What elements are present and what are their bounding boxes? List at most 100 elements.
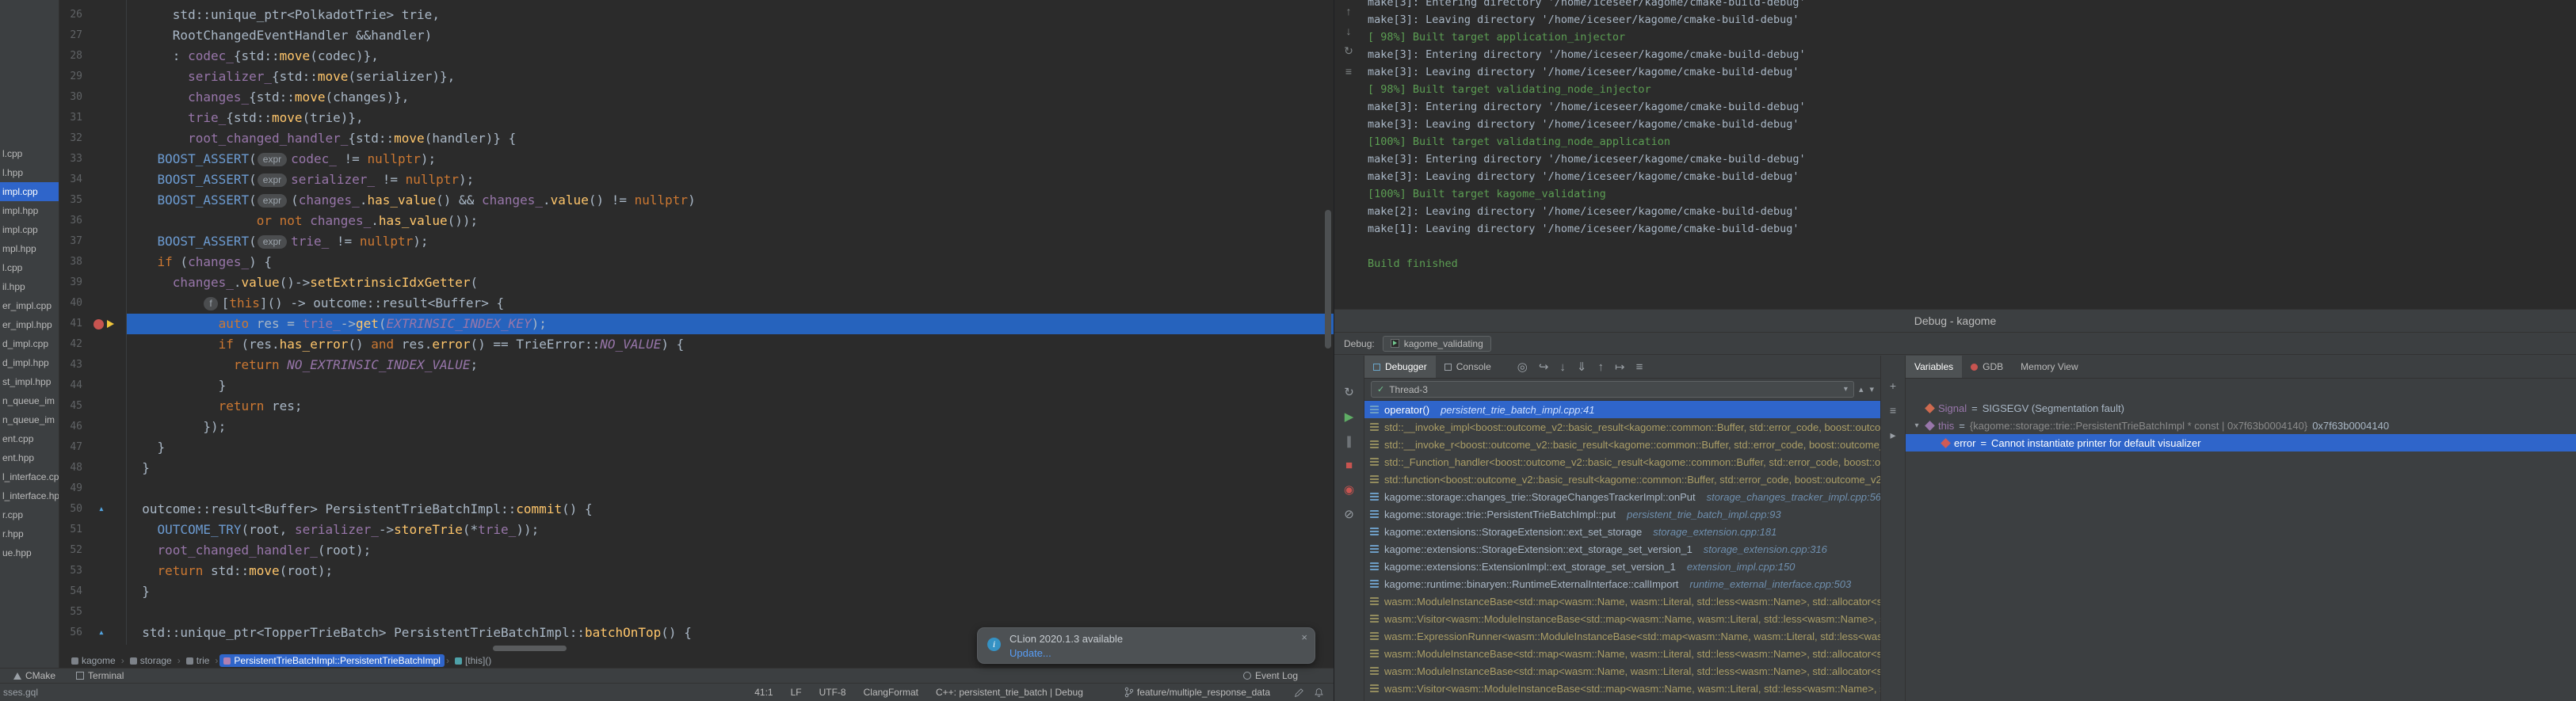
tab-memory-view[interactable]: Memory View — [2012, 356, 2086, 378]
tab-variables[interactable]: Variables — [1906, 356, 1963, 378]
gutter-icon-area[interactable]: ▴ — [82, 499, 127, 520]
gutter-icon-area[interactable] — [82, 170, 127, 190]
project-tree-item[interactable]: impl.cpp — [0, 220, 59, 239]
cpp-context-widget[interactable]: C++: persistent_trie_batch | Debug — [936, 687, 1083, 698]
step-over-icon[interactable]: ↪ — [1539, 360, 1549, 374]
code-line[interactable]: 36 or not changes_.has_value()); — [59, 211, 1334, 231]
pane-options-icon[interactable]: ≡ — [1890, 404, 1896, 417]
encoding-widget[interactable]: UTF-8 — [819, 687, 846, 698]
project-tree-item[interactable]: l.cpp — [0, 258, 59, 277]
stack-frame-row[interactable]: wasm::ModuleInstanceBase<std::map<wasm::… — [1364, 662, 1880, 680]
project-tree-item[interactable]: st_impl.hpp — [0, 372, 59, 391]
project-tree-item[interactable]: l.hpp — [0, 163, 59, 182]
terminal-toolwindow-button[interactable]: Terminal — [76, 670, 124, 681]
project-tree-item[interactable]: l_interface.hpp — [0, 486, 59, 505]
build-output-console[interactable]: ↑ ↓ ↻ ≡ make[3]: Entering directory '/home/… — [1334, 0, 2576, 309]
stack-frame-row[interactable]: wasm::Visitor<wasm::ModuleInstanceBase<s… — [1364, 610, 1880, 627]
breadcrumb-item[interactable]: kagome — [67, 654, 120, 667]
gutter-icon-area[interactable] — [82, 520, 127, 540]
code-line[interactable]: 34 BOOST_ASSERT(expr serializer_ != nullp… — [59, 170, 1334, 190]
git-branch-widget[interactable]: feature/multiple_response_data — [1124, 687, 1270, 698]
gutter-icon-area[interactable] — [82, 396, 127, 417]
caret-position-widget[interactable]: 41:1 — [754, 687, 773, 698]
project-tree-item[interactable]: ent.cpp — [0, 429, 59, 448]
gutter-icon-area[interactable] — [82, 46, 127, 67]
close-icon[interactable]: × — [1301, 631, 1307, 643]
stack-frame-row[interactable]: wasm::ModuleInstanceBase<std::map<wasm::… — [1364, 592, 1880, 610]
stack-frame-row[interactable]: kagome::storage::trie::PersistentTrieBat… — [1364, 505, 1880, 523]
code-line[interactable]: 51 OUTCOME_TRY(root, serializer_->storeT… — [59, 520, 1334, 540]
code-line[interactable]: 37 BOOST_ASSERT(expr trie_ != nullptr); — [59, 231, 1334, 252]
stack-frame-row[interactable]: wasm::ModuleInstanceBase<std::map<wasm::… — [1364, 645, 1880, 662]
thread-selector[interactable]: ✓ Thread-3 ▾ — [1371, 381, 1854, 398]
gutter-icon-area[interactable] — [82, 211, 127, 231]
code-line[interactable]: 29 serializer_{std::move(serializer)}, — [59, 67, 1334, 87]
step-into-icon[interactable]: ↓ — [1559, 360, 1566, 374]
line-ending-widget[interactable]: LF — [791, 687, 802, 698]
code-line[interactable]: 47 } — [59, 437, 1334, 458]
gutter-icon-area[interactable] — [82, 581, 127, 602]
gutter-icon-area[interactable] — [82, 375, 127, 396]
code-line[interactable]: 26 std::unique_ptr<PolkadotTrie> trie, — [59, 5, 1334, 25]
gutter-icon-area[interactable] — [82, 458, 127, 478]
project-tree-item[interactable]: r.cpp — [0, 505, 59, 524]
code-line[interactable]: 46 }); — [59, 417, 1334, 437]
run-config-tab[interactable]: kagome_validating — [1382, 335, 1491, 352]
project-tree-item[interactable]: impl.hpp — [0, 201, 59, 220]
expander-icon[interactable]: ▾ — [1912, 421, 1922, 430]
project-tree-item[interactable]: l.cpp — [0, 144, 59, 163]
gutter-icon-area[interactable] — [82, 417, 127, 437]
pause-icon[interactable]: ∥ — [1346, 434, 1353, 448]
tab-gdb[interactable]: GDB — [1962, 356, 2012, 378]
breadcrumb-item[interactable]: [this]() — [451, 654, 495, 667]
scroll-up-icon[interactable]: ↑ — [1346, 5, 1352, 17]
code-line[interactable]: 49 — [59, 478, 1334, 499]
gutter-icon-area[interactable] — [82, 602, 127, 623]
code-line[interactable]: 41 auto res = trie_->get(EXTRINSIC_INDEX… — [59, 314, 1334, 334]
project-tree-item[interactable]: r.hpp — [0, 524, 59, 543]
code-line[interactable]: 48 } — [59, 458, 1334, 478]
stop-icon[interactable]: ■ — [1345, 459, 1353, 472]
stack-frame-row[interactable]: std::function<boost::outcome_v2::basic_r… — [1364, 471, 1880, 488]
variable-row[interactable]: ▾ this = {kagome::storage::trie::Persiste… — [1906, 417, 2576, 434]
project-tree-item[interactable]: n_queue_im — [0, 391, 59, 410]
code-line[interactable]: 38 if (changes_) { — [59, 252, 1334, 272]
rerun-build-icon[interactable]: ↻ — [1344, 44, 1353, 58]
gutter-icon-area[interactable] — [82, 128, 127, 149]
scroll-down-icon[interactable]: ↓ — [1346, 25, 1352, 37]
gutter-icon-area[interactable]: ▴ — [82, 623, 127, 643]
code-line[interactable]: 50 ▴ outcome::result<Buffer> PersistentTr… — [59, 499, 1334, 520]
breadcrumb-item[interactable]: PersistentTrieBatchImpl::PersistentTrieB… — [219, 654, 445, 667]
stack-frame-row[interactable]: std::__invoke_r<boost::outcome_v2::basic… — [1364, 436, 1880, 453]
breadcrumb-item[interactable]: trie — [182, 654, 214, 667]
gutter-icon-area[interactable] — [82, 334, 127, 355]
resume-icon[interactable]: ▶ — [1345, 410, 1354, 424]
code-line[interactable]: 44 } — [59, 375, 1334, 396]
gutter-icon-area[interactable] — [82, 437, 127, 458]
gutter-icon-area[interactable] — [82, 314, 127, 334]
variable-row[interactable]: error = Cannot instantiate printer for d… — [1906, 434, 2576, 451]
code-line[interactable]: 39 changes_.value()->setExtrinsicIdxGett… — [59, 272, 1334, 293]
notification-update-link[interactable]: Update... — [1009, 646, 1307, 661]
gutter-icon-area[interactable] — [82, 5, 127, 25]
breakpoint-icon[interactable] — [93, 319, 104, 330]
gutter-icon-area[interactable] — [82, 252, 127, 272]
method-marker-icon[interactable]: ▴ — [98, 623, 105, 643]
code-line[interactable]: 42 if (res.has_error() and res.error() =… — [59, 334, 1334, 355]
code-line[interactable]: 54 } — [59, 581, 1334, 602]
project-tree-item[interactable]: l_interface.cpp — [0, 467, 59, 486]
notifications-bell-icon[interactable] — [1314, 688, 1324, 698]
project-tree-item[interactable]: impl.cpp — [0, 182, 59, 201]
method-marker-icon[interactable]: ▴ — [98, 499, 105, 520]
code-line[interactable]: 40 f [this]() -> outcome::result<Buffer> … — [59, 293, 1334, 314]
stack-frame-row[interactable]: std::_Function_handler<boost::outcome_v2… — [1364, 453, 1880, 471]
variable-row[interactable]: Signal = SIGSEGV (Segmentation fault) — [1906, 399, 2576, 417]
collapse-all-icon[interactable]: ▸ — [1890, 429, 1895, 442]
build-options-icon[interactable]: ≡ — [1345, 65, 1352, 78]
project-tree-item[interactable]: d_impl.hpp — [0, 353, 59, 372]
prev-frame-icon[interactable]: ▴ — [1859, 384, 1864, 394]
stack-frame-row[interactable]: kagome::runtime::binaryen::RuntimeExtern… — [1364, 575, 1880, 592]
stack-frame-row[interactable]: kagome::extensions::StorageExtension::ex… — [1364, 540, 1880, 558]
stack-frame-row[interactable]: operator() persistent_trie_batch_impl.cpp… — [1364, 401, 1880, 418]
next-frame-icon[interactable]: ▾ — [1869, 384, 1874, 394]
